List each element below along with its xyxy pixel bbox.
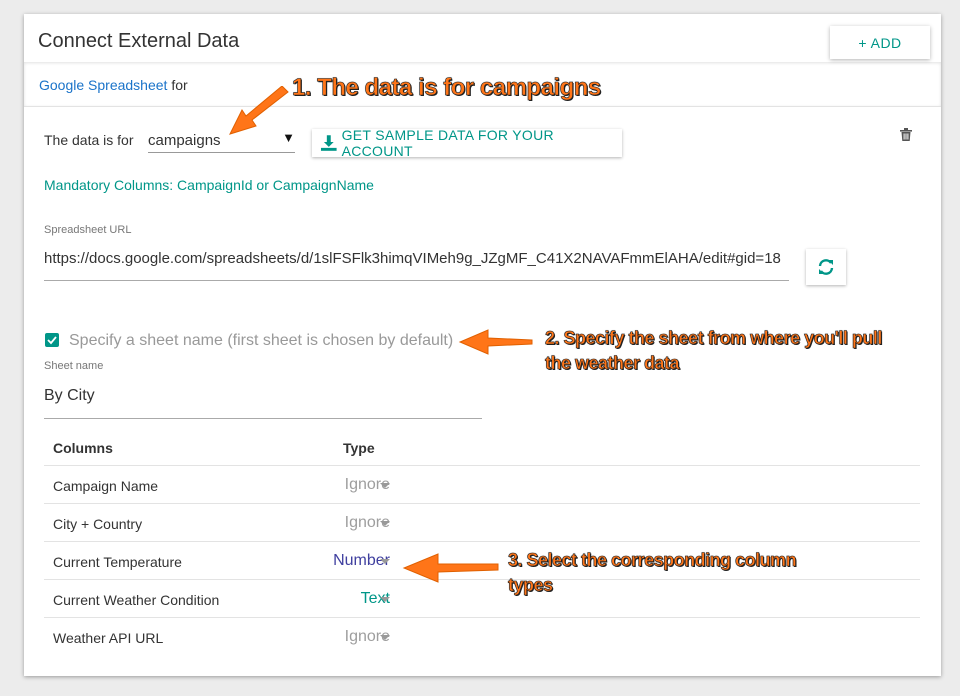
dropdown-caret-icon[interactable] — [380, 597, 390, 602]
arrow-icon — [402, 553, 499, 583]
column-name: Current Temperature — [53, 554, 182, 570]
type-header: Type — [343, 440, 375, 456]
dropdown-caret-icon[interactable] — [380, 483, 390, 488]
source-suffix: for — [171, 77, 188, 93]
refresh-button[interactable] — [806, 249, 846, 285]
sheet-name-label: Sheet name — [44, 360, 104, 372]
mandatory-columns-note: Mandatory Columns: CampaignId or Campaig… — [44, 177, 374, 193]
spreadsheet-url-label: Spreadsheet URL — [44, 224, 132, 236]
table-row: Weather API URL Ignore — [44, 618, 920, 655]
data-for-label: The data is for — [44, 132, 134, 148]
data-for-selected-value: campaigns — [148, 132, 221, 149]
columns-table-header: Columns Type — [44, 428, 920, 466]
annotation-sheet: 2. Specify the sheet from where you'll p… — [545, 328, 883, 374]
refresh-icon — [818, 259, 834, 275]
add-button[interactable]: + ADD — [830, 26, 930, 59]
get-sample-data-button[interactable]: GET SAMPLE DATA FOR YOUR ACCOUNT — [312, 127, 622, 159]
download-icon — [320, 135, 337, 151]
annotation-column-types: 3. Select the corresponding column types — [508, 550, 797, 596]
annotation-data-for: 1. The data is for campaigns — [292, 74, 602, 102]
get-sample-data-label: GET SAMPLE DATA FOR YOUR ACCOUNT — [341, 127, 554, 159]
dropdown-caret-icon[interactable] — [380, 521, 390, 526]
table-row: City + Country Ignore — [44, 504, 920, 542]
dropdown-caret-icon[interactable] — [380, 635, 390, 640]
google-spreadsheet-link[interactable]: Google Spreadsheet — [39, 77, 167, 93]
column-name: City + Country — [53, 516, 143, 532]
column-name: Campaign Name — [53, 478, 159, 494]
checkmark-icon — [47, 336, 57, 345]
source-line: Google Spreadsheet for — [39, 77, 188, 93]
sheet-name-input[interactable]: By City — [44, 382, 482, 419]
columns-table: Columns Type Campaign Name Ignore City +… — [44, 428, 920, 655]
spreadsheet-url-value: https://docs.google.com/spreadsheets/d/1… — [44, 250, 781, 267]
table-row: Campaign Name Ignore — [44, 466, 920, 504]
delete-icon[interactable] — [900, 128, 912, 146]
specify-sheet-label[interactable]: Specify a sheet name (first sheet is cho… — [69, 332, 453, 350]
dropdown-caret-icon[interactable] — [380, 559, 390, 564]
card-title: Connect External Data — [38, 30, 240, 52]
column-name: Weather API URL — [53, 630, 164, 646]
columns-header: Columns — [53, 440, 113, 456]
column-name: Current Weather Condition — [53, 592, 220, 608]
spreadsheet-url-input[interactable]: https://docs.google.com/spreadsheets/d/1… — [44, 246, 789, 281]
arrow-icon — [458, 329, 533, 355]
specify-sheet-checkbox[interactable] — [45, 333, 59, 347]
sheet-name-value: By City — [44, 387, 95, 404]
arrow-icon — [229, 86, 289, 135]
